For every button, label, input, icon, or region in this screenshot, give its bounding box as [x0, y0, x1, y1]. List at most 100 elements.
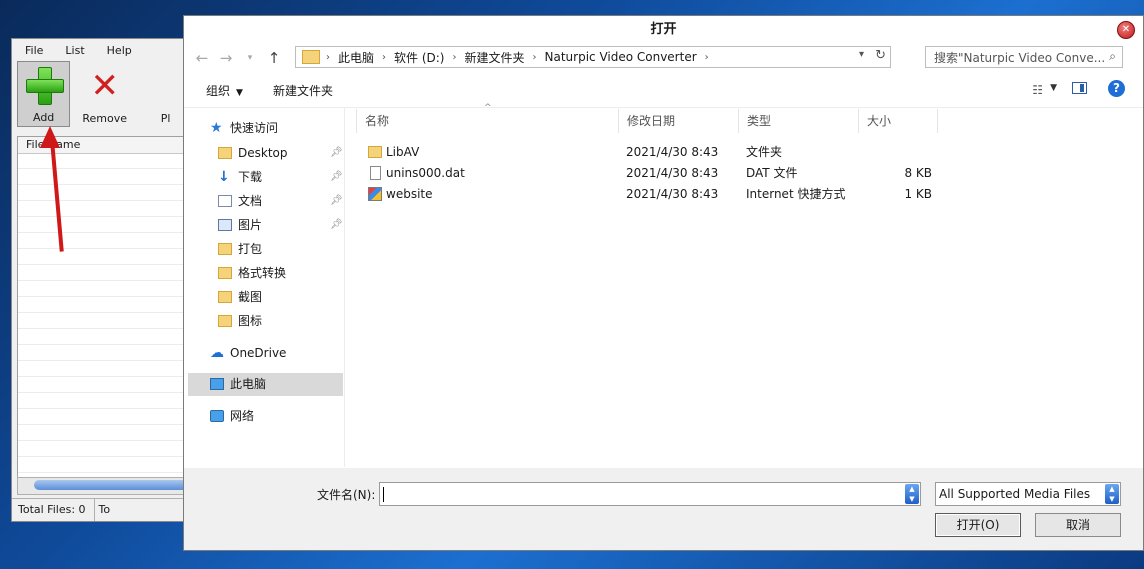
total-status-partial: To — [93, 499, 110, 521]
chevron-right-icon[interactable]: › — [705, 52, 717, 63]
column-type[interactable]: 类型 — [738, 109, 858, 133]
dialog-titlebar: 打开 ✕ — [184, 16, 1143, 43]
file-modified: 2021/4/30 8:43 — [626, 166, 719, 180]
horizontal-scrollbar[interactable] — [17, 477, 194, 495]
search-placeholder: 搜索"Naturpic Video Conve... — [934, 50, 1106, 65]
dialog-footer: 文件名(N): ▲ ▼ All Supported Media Files ▲ ▼ … — [184, 468, 1143, 550]
breadcrumb-naturpic[interactable]: Naturpic Video Converter — [545, 50, 705, 64]
pin-icon[interactable]: 📌︎ — [330, 147, 343, 158]
preview-pane-icon[interactable] — [1072, 82, 1087, 94]
pin-icon[interactable]: 📌︎ — [330, 195, 343, 206]
file-list[interactable]: File Name — [17, 136, 193, 478]
nav-quick-access[interactable]: ★ 快速访问 — [210, 117, 278, 139]
nav-folder-screenshots[interactable]: 截图 — [218, 286, 262, 308]
breadcrumb-new-folder[interactable]: 新建文件夹 — [464, 49, 532, 66]
column-name[interactable]: 名称 — [356, 109, 618, 133]
remove-label: Remove — [82, 112, 128, 125]
list-item[interactable]: LibAV 2021/4/30 8:43 文件夹 — [356, 142, 1116, 163]
refresh-icon[interactable]: ↻ — [875, 48, 886, 63]
scrollbar-thumb[interactable] — [34, 480, 194, 490]
star-icon: ★ — [210, 120, 223, 136]
column-size[interactable]: 大小 — [858, 109, 938, 133]
cloud-icon: ☁ — [210, 345, 224, 361]
nav-label: 图片 — [238, 218, 263, 232]
add-button[interactable]: Add — [17, 61, 71, 127]
folder-icon — [368, 146, 382, 158]
file-type: Internet 快捷方式 — [746, 187, 846, 201]
total-files-status: Total Files: 0 — [18, 503, 86, 516]
menu-list[interactable]: List — [54, 44, 95, 57]
new-folder-button[interactable]: 新建文件夹 — [273, 82, 333, 99]
file-name: website — [386, 187, 433, 201]
open-button[interactable]: 打开(O) — [935, 513, 1021, 537]
nav-pictures[interactable]: 图片 — [218, 214, 262, 236]
file-list: LibAV 2021/4/30 8:43 文件夹 unins000.dat 20… — [356, 142, 1116, 205]
nav-network[interactable]: 网络 — [210, 405, 254, 427]
nav-label: 打包 — [238, 242, 263, 256]
nav-label: 下载 — [238, 170, 263, 184]
column-modified[interactable]: 修改日期 — [618, 109, 738, 133]
nav-this-pc[interactable]: 此电脑 — [210, 373, 266, 395]
cancel-button[interactable]: 取消 — [1035, 513, 1121, 537]
play-label: Pl — [160, 112, 171, 125]
add-label: Add — [32, 111, 55, 124]
chevron-down-icon[interactable]: ▼ — [1050, 83, 1057, 93]
command-bar: 组织 ▼ 新建文件夹 ☷ ▼ ? — [184, 73, 1143, 108]
chevron-right-icon[interactable]: › — [326, 52, 338, 63]
remove-button[interactable]: ✕ Remove — [78, 61, 131, 127]
breadcrumb-drive-d[interactable]: 软件 (D:) — [394, 49, 452, 66]
recent-chevron-down-icon[interactable]: ▾ — [238, 53, 262, 63]
chevron-down-icon[interactable]: ▾ — [859, 49, 864, 60]
chevron-right-icon[interactable]: › — [533, 52, 545, 63]
bg-toolbar: Add ✕ Remove Pl — [12, 61, 192, 131]
view-options-icon[interactable]: ☷ — [1032, 83, 1043, 97]
help-icon[interactable]: ? — [1108, 80, 1125, 97]
pin-icon[interactable]: 📌︎ — [330, 171, 343, 182]
search-icon[interactable]: ⌕ — [1109, 49, 1116, 64]
filter-value: All Supported Media Files — [939, 487, 1091, 501]
list-item[interactable]: unins000.dat 2021/4/30 8:43 DAT 文件 8 KB — [356, 163, 1116, 184]
filename-input[interactable]: ▲ ▼ — [379, 482, 921, 506]
breadcrumb-this-pc[interactable]: 此电脑 — [338, 49, 382, 66]
file-type: 文件夹 — [746, 145, 783, 159]
chevron-right-icon[interactable]: › — [452, 52, 464, 63]
nav-label: OneDrive — [230, 346, 287, 360]
nav-desktop[interactable]: Desktop — [218, 142, 288, 164]
organize-button[interactable]: 组织 ▼ — [206, 82, 243, 99]
file-modified: 2021/4/30 8:43 — [626, 145, 719, 159]
address-bar[interactable]: › 此电脑 › 软件 (D:) › 新建文件夹 › Naturpic Video… — [295, 46, 891, 68]
picture-icon — [218, 219, 232, 231]
file-name: LibAV — [386, 145, 420, 159]
list-item[interactable]: website 2021/4/30 8:43 Internet 快捷方式 1 K… — [356, 184, 1116, 205]
search-input[interactable]: 搜索"Naturpic Video Conve... ⌕ — [925, 46, 1123, 68]
close-icon[interactable]: ✕ — [1117, 21, 1135, 39]
chevron-right-icon[interactable]: › — [382, 52, 394, 63]
remove-x-icon: ✕ — [90, 66, 119, 106]
nav-folder-convert[interactable]: 格式转换 — [218, 262, 286, 284]
nav-folder-icons[interactable]: 图标 — [218, 310, 262, 332]
nav-label: 文档 — [238, 194, 263, 208]
file-type-filter-select[interactable]: All Supported Media Files ▲ ▼ — [935, 482, 1121, 506]
filter-dropdown-arrow-icon[interactable]: ▲ ▼ — [1105, 484, 1119, 504]
nav-folder-pack[interactable]: 打包 — [218, 238, 262, 260]
navigation-pane: ★ 快速访问 Desktop 📌︎ ↓ 下载 📌︎ 文档 📌︎ 图片 📌︎ 打包 格… — [184, 107, 345, 467]
nav-downloads[interactable]: ↓ 下载 — [218, 166, 262, 188]
nav-onedrive[interactable]: ☁ OneDrive — [210, 342, 286, 364]
file-type: DAT 文件 — [746, 166, 798, 180]
forward-arrow-icon[interactable]: → — [214, 49, 238, 67]
filename-label: 文件名(N): — [317, 488, 376, 502]
pin-icon[interactable]: 📌︎ — [330, 219, 343, 230]
nav-label: 格式转换 — [238, 266, 287, 280]
menu-file[interactable]: File — [14, 44, 54, 57]
up-arrow-icon[interactable]: ↑ — [262, 49, 286, 67]
nav-documents[interactable]: 文档 — [218, 190, 262, 212]
file-size: 8 KB — [904, 166, 932, 180]
menu-help[interactable]: Help — [96, 44, 143, 57]
column-headers: ^ 名称 修改日期 类型 大小 — [356, 103, 1116, 133]
nav-label: 图标 — [238, 314, 263, 328]
back-arrow-icon[interactable]: ← — [190, 49, 214, 67]
filename-dropdown-arrow-icon[interactable]: ▲ ▼ — [905, 484, 919, 504]
folder-icon — [218, 267, 232, 279]
shortcut-icon — [368, 187, 382, 201]
open-file-dialog: 打开 ✕ ← → ▾ ↑ › 此电脑 › 软件 (D:) › 新建文件夹 › N… — [183, 15, 1144, 551]
